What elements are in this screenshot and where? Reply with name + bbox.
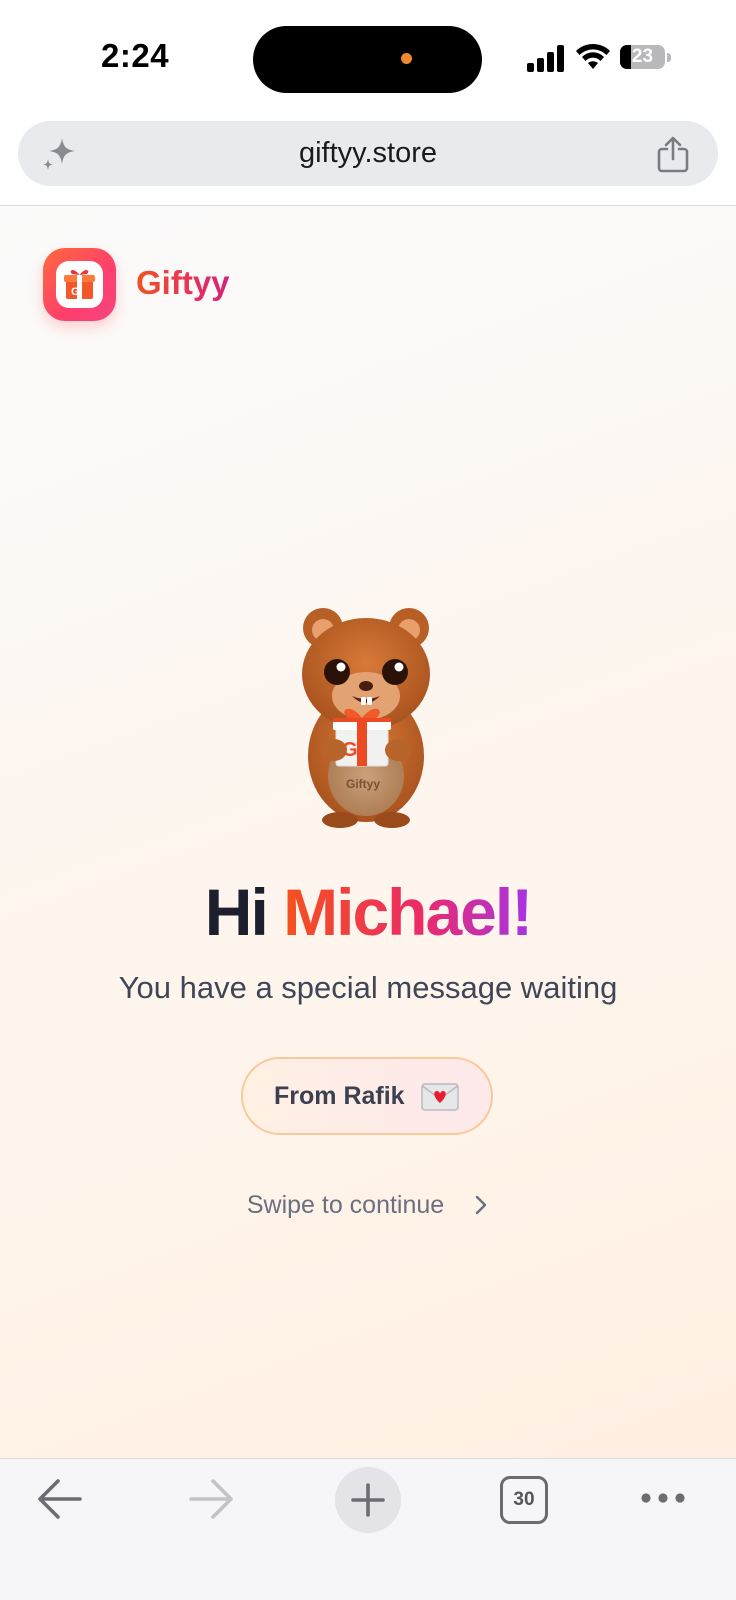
brand-name[interactable]: Giftyy: [136, 264, 230, 302]
forward-arrow-icon[interactable]: [163, 1459, 263, 1539]
greeting-prefix: Hi: [204, 875, 269, 949]
browser-toolbar: 30: [0, 1459, 736, 1600]
battery-level: 23: [631, 46, 654, 67]
love-letter-envelope-icon: [421, 1083, 459, 1111]
from-sender-pill[interactable]: From Rafik: [241, 1057, 493, 1135]
tabs-button[interactable]: 30: [500, 1476, 548, 1524]
status-time: 2:24: [101, 37, 170, 74]
battery-icon: 23: [620, 45, 671, 71]
status-bar: 2:24 23: [0, 0, 736, 115]
new-tab-button[interactable]: [335, 1467, 401, 1533]
address-bar[interactable]: giftyy.store: [18, 121, 718, 186]
subtitle: You have a special message waiting: [118, 970, 618, 1005]
swipe-to-continue[interactable]: Swipe to continue: [0, 1190, 736, 1220]
tab-count: 30: [500, 1476, 548, 1524]
web-page[interactable]: G Giftyy Giftyy G Hi Michael! You have a…: [0, 206, 736, 1458]
dynamic-island: [253, 26, 482, 93]
giftyy-logo[interactable]: G: [43, 248, 116, 321]
chevron-right-icon: [475, 1196, 487, 1215]
gift-box-icon: G: [64, 269, 95, 299]
greeting-heading: Hi Michael!: [0, 874, 736, 950]
recording-indicator-dot: [401, 53, 412, 64]
back-arrow-icon[interactable]: [8, 1459, 108, 1539]
url-text[interactable]: giftyy.store: [18, 121, 718, 186]
cellular-signal-icon: [527, 45, 564, 72]
svg-text:Giftyy: Giftyy: [346, 777, 380, 791]
more-dots-icon[interactable]: [640, 1486, 686, 1510]
swipe-label: Swipe to continue: [246, 1190, 445, 1219]
svg-text:G: G: [71, 286, 80, 298]
share-icon[interactable]: [656, 135, 690, 173]
recipient-name: Michael!: [283, 875, 533, 949]
squirrel-mascot-image: Giftyy G: [302, 608, 430, 828]
plus-icon: [351, 1483, 385, 1517]
wifi-icon: [576, 43, 610, 69]
from-sender-label: From Rafik: [274, 1082, 405, 1110]
